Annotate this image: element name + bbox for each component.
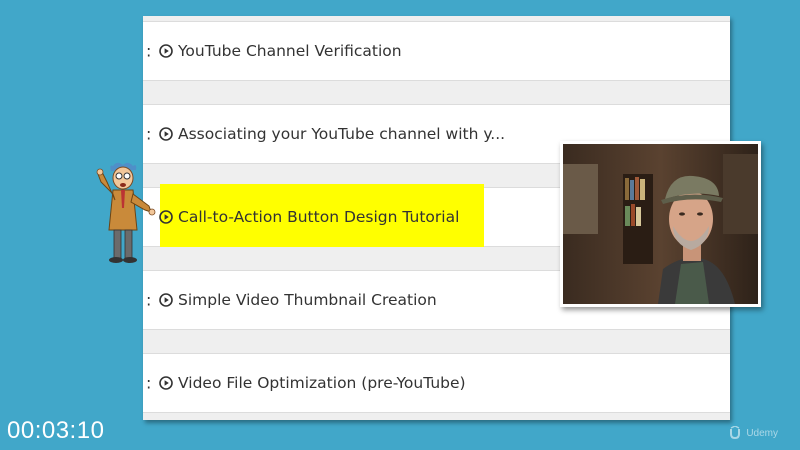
lecture-title: YouTube Channel Verification <box>178 42 402 60</box>
webcam-overlay <box>560 141 761 307</box>
udemy-logo-icon <box>730 426 741 440</box>
udemy-watermark: Udemy <box>728 426 778 440</box>
presenter-image <box>563 144 758 304</box>
play-circle-icon <box>159 44 173 58</box>
video-frame: : YouTube Channel Verification : Associa… <box>0 0 800 450</box>
presenter-video <box>563 144 758 304</box>
lecture-title: Video File Optimization (pre-YouTube) <box>178 374 466 392</box>
lecture-row[interactable]: : Video File Optimization (pre-YouTube) <box>143 353 730 413</box>
lecture-row[interactable]: : YouTube Channel Verification <box>143 21 730 81</box>
cartoon-pointing-man-icon <box>96 162 156 263</box>
row-prefix: : <box>146 41 152 61</box>
row-prefix: : <box>146 373 152 393</box>
watermark-text: Udemy <box>746 427 778 439</box>
lecture-title: Associating your YouTube channel with y.… <box>178 125 506 143</box>
lecture-title: Call-to-Action Button Design Tutorial <box>178 208 460 226</box>
section-gap <box>143 413 730 420</box>
play-circle-icon <box>159 210 173 224</box>
section-gap <box>143 330 730 354</box>
row-prefix: : <box>146 290 152 310</box>
lecture-title: Simple Video Thumbnail Creation <box>178 291 437 309</box>
play-circle-icon <box>159 376 173 390</box>
play-circle-icon <box>159 293 173 307</box>
row-prefix: : <box>146 124 152 144</box>
video-timestamp: 00:03:10 <box>7 417 105 444</box>
section-gap <box>143 81 730 105</box>
play-circle-icon <box>159 127 173 141</box>
